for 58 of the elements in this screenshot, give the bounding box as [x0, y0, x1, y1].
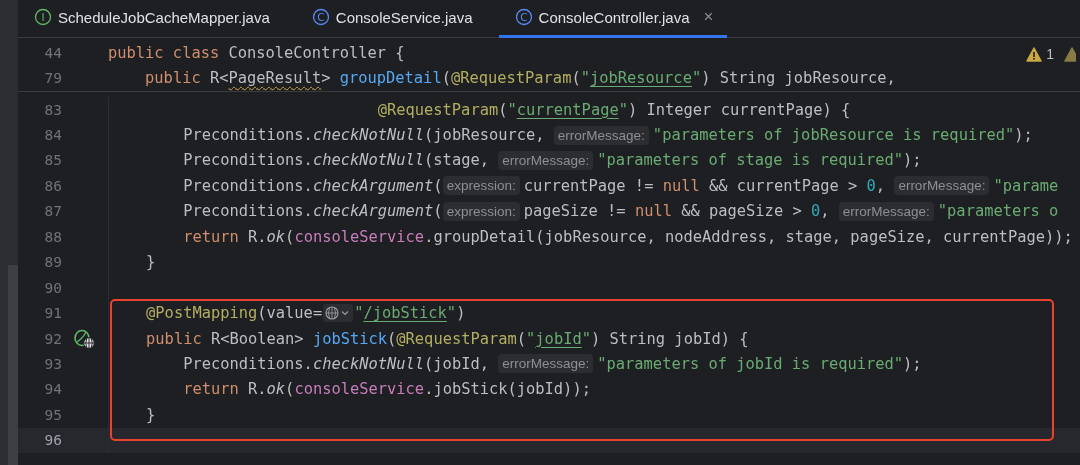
- code-text: Preconditions.checkArgument(: [183, 202, 443, 221]
- file-type-icon: C: [514, 8, 533, 26]
- code-text: Preconditions.checkArgument(: [183, 176, 443, 195]
- code-text: public R<PageResult> groupDetail(@RequestParam("jobResource") String jobResource,: [145, 69, 896, 88]
- code-text: }: [146, 253, 156, 272]
- inlay-hint: errorMessage:: [553, 125, 649, 145]
- endpoint-icon[interactable]: [74, 328, 96, 349]
- line-number: 91: [43, 305, 62, 322]
- file-type-icon: I: [34, 8, 52, 26]
- line-number: 85: [43, 152, 62, 169]
- code-text: public class ConsoleController {: [108, 43, 405, 62]
- code-text: return R.ok(consoleService.jobStick(jobId));: [183, 380, 591, 399]
- editor-tab[interactable]: C ConsoleController.java ×: [498, 0, 728, 38]
- code-text: currentPage != null && currentPage > 0,: [523, 176, 887, 195]
- editor-tab[interactable]: I ScheduleJobCacheMapper.java: [18, 0, 284, 38]
- code-text: "parame: [993, 176, 1059, 195]
- inlay-hint: expression:: [442, 176, 520, 196]
- line-number: 92: [43, 330, 62, 347]
- line-number: 93: [43, 355, 62, 372]
- file-type-icon: C: [311, 8, 330, 26]
- close-icon[interactable]: ×: [703, 7, 714, 27]
- warning-icon[interactable]: [1026, 46, 1043, 62]
- warning-count: 1: [1046, 46, 1054, 62]
- editor-tab[interactable]: C ConsoleService.java: [295, 0, 487, 38]
- line-number: 87: [43, 203, 62, 220]
- line-number: 84: [43, 127, 62, 144]
- line-number: 83: [43, 101, 62, 118]
- code-text: "/jobStick"): [354, 304, 466, 323]
- code-text: Preconditions.checkNotNull(stage,: [183, 151, 490, 170]
- inlay-hint: errorMessage:: [498, 150, 594, 170]
- code-text: "parameters of jobId is required");: [597, 354, 922, 373]
- inlay-hint: errorMessage:: [838, 201, 934, 221]
- code-text: "parameters o: [937, 202, 1059, 221]
- scrollbar-thumb[interactable]: [8, 265, 18, 465]
- code-text: public R<Boolean> jobStick(@RequestParam("jobId") String jobId) {: [146, 329, 749, 348]
- code-text: pageSize != null && pageSize > 0,: [523, 202, 831, 221]
- line-number: 86: [43, 177, 62, 194]
- line-number: 90: [43, 279, 62, 296]
- code-text: Preconditions.checkNotNull(jobResource,: [183, 126, 546, 145]
- line-number: 88: [43, 228, 62, 245]
- line-number: 89: [43, 254, 62, 271]
- globe-icon[interactable]: [323, 304, 354, 323]
- warning-icon[interactable]: [1064, 46, 1076, 62]
- code-text: @PostMapping(value=: [146, 304, 323, 323]
- code-text: "parameters of jobResource is required");: [652, 126, 1033, 145]
- inlay-hint: errorMessage:: [498, 354, 594, 374]
- code-text: @RequestParam("currentPage") Integer currentPage) {: [377, 100, 851, 119]
- code-text: }: [146, 405, 156, 424]
- line-number: 44: [43, 44, 62, 61]
- line-number: 79: [43, 70, 62, 87]
- code-text: Preconditions.checkNotNull(jobId,: [183, 354, 490, 373]
- code-text: return R.ok(consoleService.groupDetail(jobResource, nodeAddress, stage, pageSize, currentPage));: [183, 227, 1073, 246]
- line-number: 95: [43, 406, 62, 423]
- inlay-hint: errorMessage:: [894, 176, 990, 196]
- line-number: 94: [43, 381, 62, 398]
- inlay-hint: expression:: [442, 201, 520, 221]
- line-number: 96: [43, 432, 62, 449]
- code-text: "parameters of stage is required");: [597, 151, 922, 170]
